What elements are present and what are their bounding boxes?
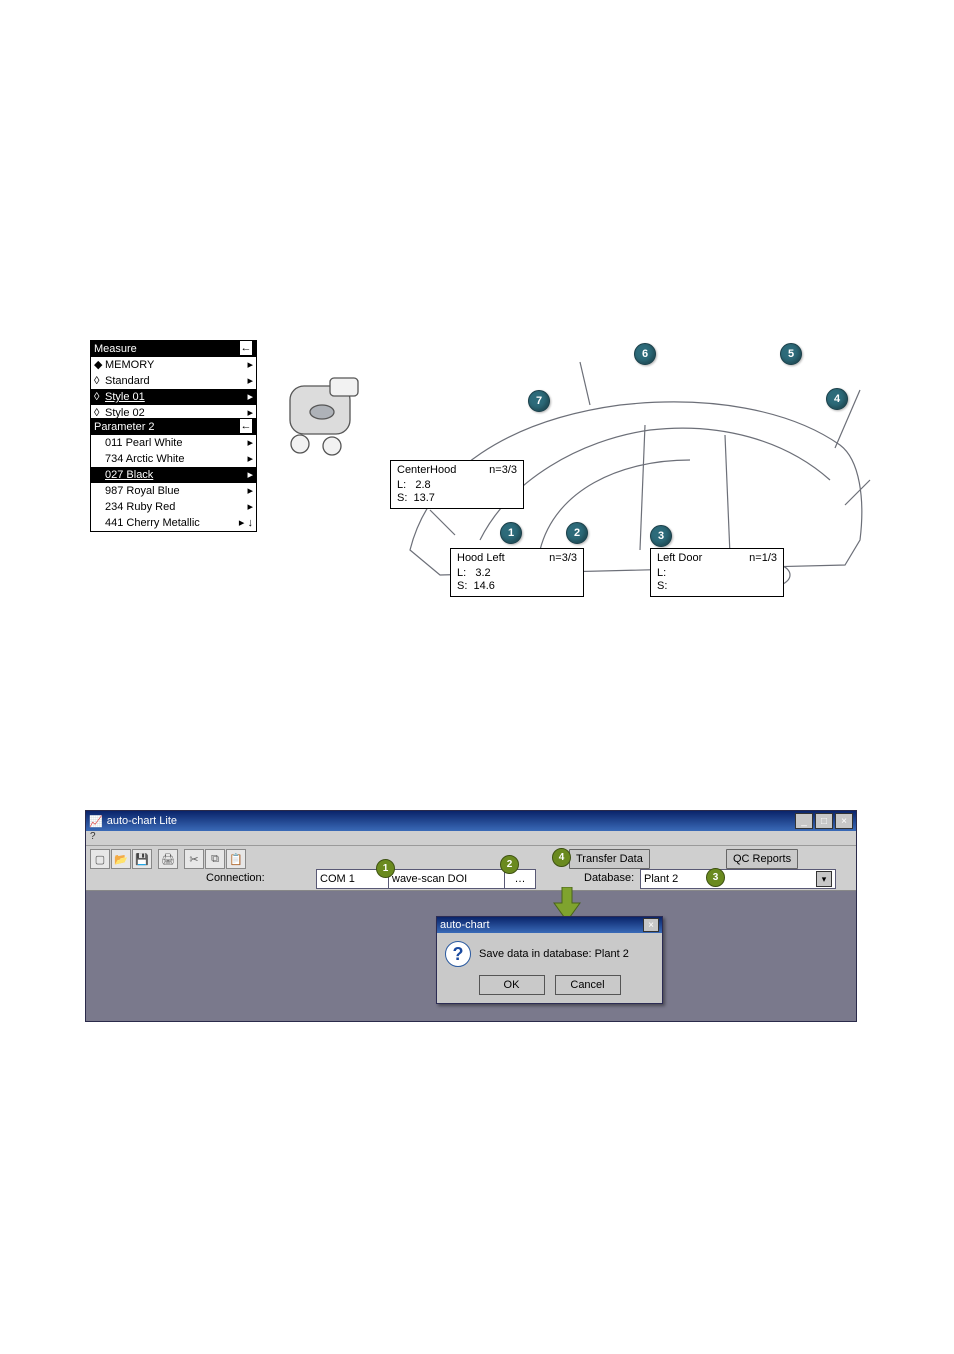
dialog-close-button[interactable]: × (643, 918, 659, 932)
menu1-item: ◆MEMORY▸ (91, 357, 256, 373)
dialog-message: Save data in database: Plant 2 (479, 948, 629, 960)
menu2-header: Parameter 2 (94, 421, 155, 433)
back-arrow-icon: ← (240, 419, 252, 433)
marker-2: 2 (566, 522, 588, 544)
back-arrow-icon: ← (240, 341, 252, 355)
database-select[interactable]: Plant 2 ▾ (640, 869, 836, 889)
cancel-button[interactable]: Cancel (555, 975, 621, 995)
menu2-item-selected: 027 Black▸ (91, 467, 256, 483)
titlebar: 📈 auto-chart Lite _ □ × (86, 811, 856, 831)
toolbar: ▢ 📂 💾 🖨 ✂ ⧉ 📋 Connection: COM 1 wave-sca… (86, 846, 856, 891)
transfer-data-button[interactable]: Transfer Data (569, 849, 650, 869)
device-menu-measure: Measure← ◆MEMORY▸ ◊Standard▸ ◊Style 01▸ … (90, 340, 257, 422)
paste-icon[interactable]: 📋 (226, 849, 246, 869)
menu2-item: 734 Arctic White▸ (91, 451, 256, 467)
menu2-item: 011 Pearl White▸ (91, 435, 256, 451)
step-marker-3: 3 (706, 868, 725, 887)
save-confirm-dialog: auto-chart × ? Save data in database: Pl… (436, 916, 663, 1004)
minimize-button[interactable]: _ (795, 813, 813, 829)
marker-1: 1 (500, 522, 522, 544)
new-icon[interactable]: ▢ (90, 849, 110, 869)
toolbar-icon-group: ▢ 📂 💾 🖨 ✂ ⧉ 📋 (90, 849, 246, 869)
device-select[interactable]: wave-scan DOI (388, 869, 506, 889)
device-menu-parameter: Parameter 2 ← 011 Pearl White▸ 734 Arctic… (90, 418, 257, 532)
menu1-item: ◊Standard▸ (91, 373, 256, 389)
handheld-device-illustration (278, 374, 368, 464)
maximize-button[interactable]: □ (815, 813, 833, 829)
dialog-title: auto-chart (440, 919, 490, 931)
menubar[interactable]: ? (86, 831, 856, 846)
menu2-item: 234 Ruby Red▸ (91, 499, 256, 515)
save-icon[interactable]: 💾 (132, 849, 152, 869)
connection-label: Connection: (206, 872, 265, 884)
marker-6: 6 (634, 343, 656, 365)
step-marker-4: 4 (552, 848, 571, 867)
marker-4: 4 (826, 388, 848, 410)
window-buttons: _ □ × (795, 813, 853, 829)
qc-reports-button[interactable]: QC Reports (726, 849, 798, 869)
open-icon[interactable]: 📂 (111, 849, 131, 869)
marker-5: 5 (780, 343, 802, 365)
question-icon: ? (445, 941, 471, 967)
step-marker-1: 1 (376, 859, 395, 878)
window-title: auto-chart Lite (107, 815, 177, 827)
callout-leftdoor: Left Doorn=1/3 L:S: (650, 548, 784, 597)
database-label: Database: (584, 872, 634, 884)
menu2-item: 987 Royal Blue▸ (91, 483, 256, 499)
chevron-down-icon[interactable]: ▾ (816, 871, 832, 887)
autochart-window: 📈 auto-chart Lite _ □ × ? ▢ 📂 💾 🖨 ✂ ⧉ 📋 (85, 810, 857, 1022)
cut-icon[interactable]: ✂ (184, 849, 204, 869)
app-icon: 📈 (89, 815, 103, 828)
close-button[interactable]: × (835, 813, 853, 829)
callout-centerhood: CenterHoodn=3/3 L: 2.8S: 13.7 (390, 460, 524, 509)
top-illustration: Measure← ◆MEMORY▸ ◊Standard▸ ◊Style 01▸ … (0, 0, 954, 620)
menu1-item-selected: ◊Style 01▸ (91, 389, 256, 405)
marker-3: 3 (650, 525, 672, 547)
callout-hoodleft: Hood Leftn=3/3 L: 3.2S: 14.6 (450, 548, 584, 597)
ok-button[interactable]: OK (479, 975, 545, 995)
menu2-item: 441 Cherry Metallic▸ ↓ (91, 515, 256, 531)
marker-7: 7 (528, 390, 550, 412)
step-marker-2: 2 (500, 855, 519, 874)
copy-icon[interactable]: ⧉ (205, 849, 225, 869)
menu1-header: Measure (94, 343, 137, 355)
print-icon[interactable]: 🖨 (158, 849, 178, 869)
